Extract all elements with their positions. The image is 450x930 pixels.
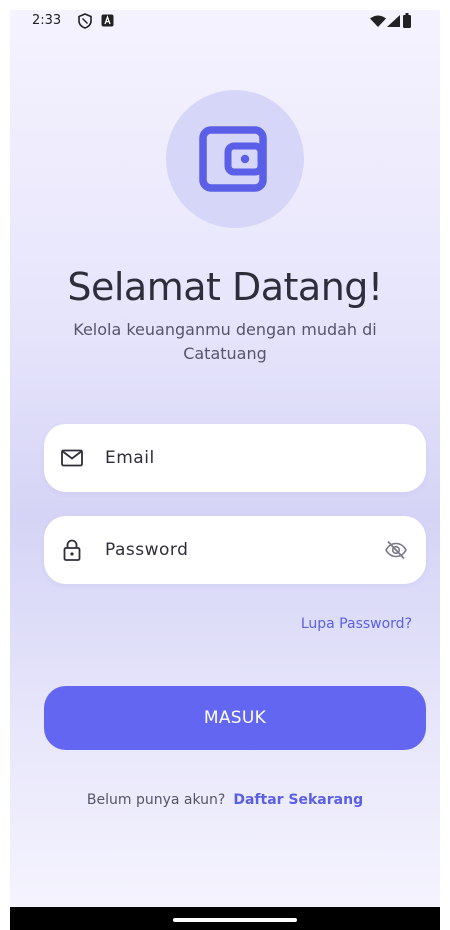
- register-prompt: Belum punya akun?: [86, 792, 226, 808]
- password-placeholder: Password: [105, 540, 189, 560]
- status-time: 2:33: [32, 13, 62, 28]
- register-row: Belum punya akun? Daftar Sekarang: [10, 792, 440, 808]
- forgot-password-link[interactable]: Lupa Password?: [250, 616, 412, 632]
- battery-icon: [403, 13, 411, 28]
- home-gesture-handle[interactable]: [173, 918, 297, 922]
- mail-icon: [61, 449, 83, 467]
- status-bar: 2:33: [10, 10, 440, 34]
- welcome-title: Selamat Datang!: [67, 265, 383, 309]
- email-placeholder: Email: [105, 448, 155, 468]
- system-nav-bar: [10, 907, 440, 930]
- welcome-subtitle: Kelola keuanganmu dengan mudah di Catatu…: [73, 320, 377, 363]
- shield-icon: [78, 13, 92, 29]
- lock-icon: [63, 539, 81, 561]
- email-field[interactable]: Email: [44, 424, 426, 492]
- signal-icon: [387, 15, 400, 27]
- login-button[interactable]: MASUK: [44, 686, 426, 750]
- wifi-icon: [370, 15, 386, 27]
- app-logo: [166, 90, 304, 228]
- login-screen: 2:33 Selamat Datang! Kelola keuanganmu d…: [10, 10, 440, 930]
- password-field[interactable]: Password: [44, 516, 426, 584]
- register-link[interactable]: Daftar Sekarang: [233, 792, 363, 808]
- notification-a-icon: [101, 14, 114, 27]
- eye-off-icon[interactable]: [384, 538, 408, 562]
- wallet-icon: [199, 126, 267, 192]
